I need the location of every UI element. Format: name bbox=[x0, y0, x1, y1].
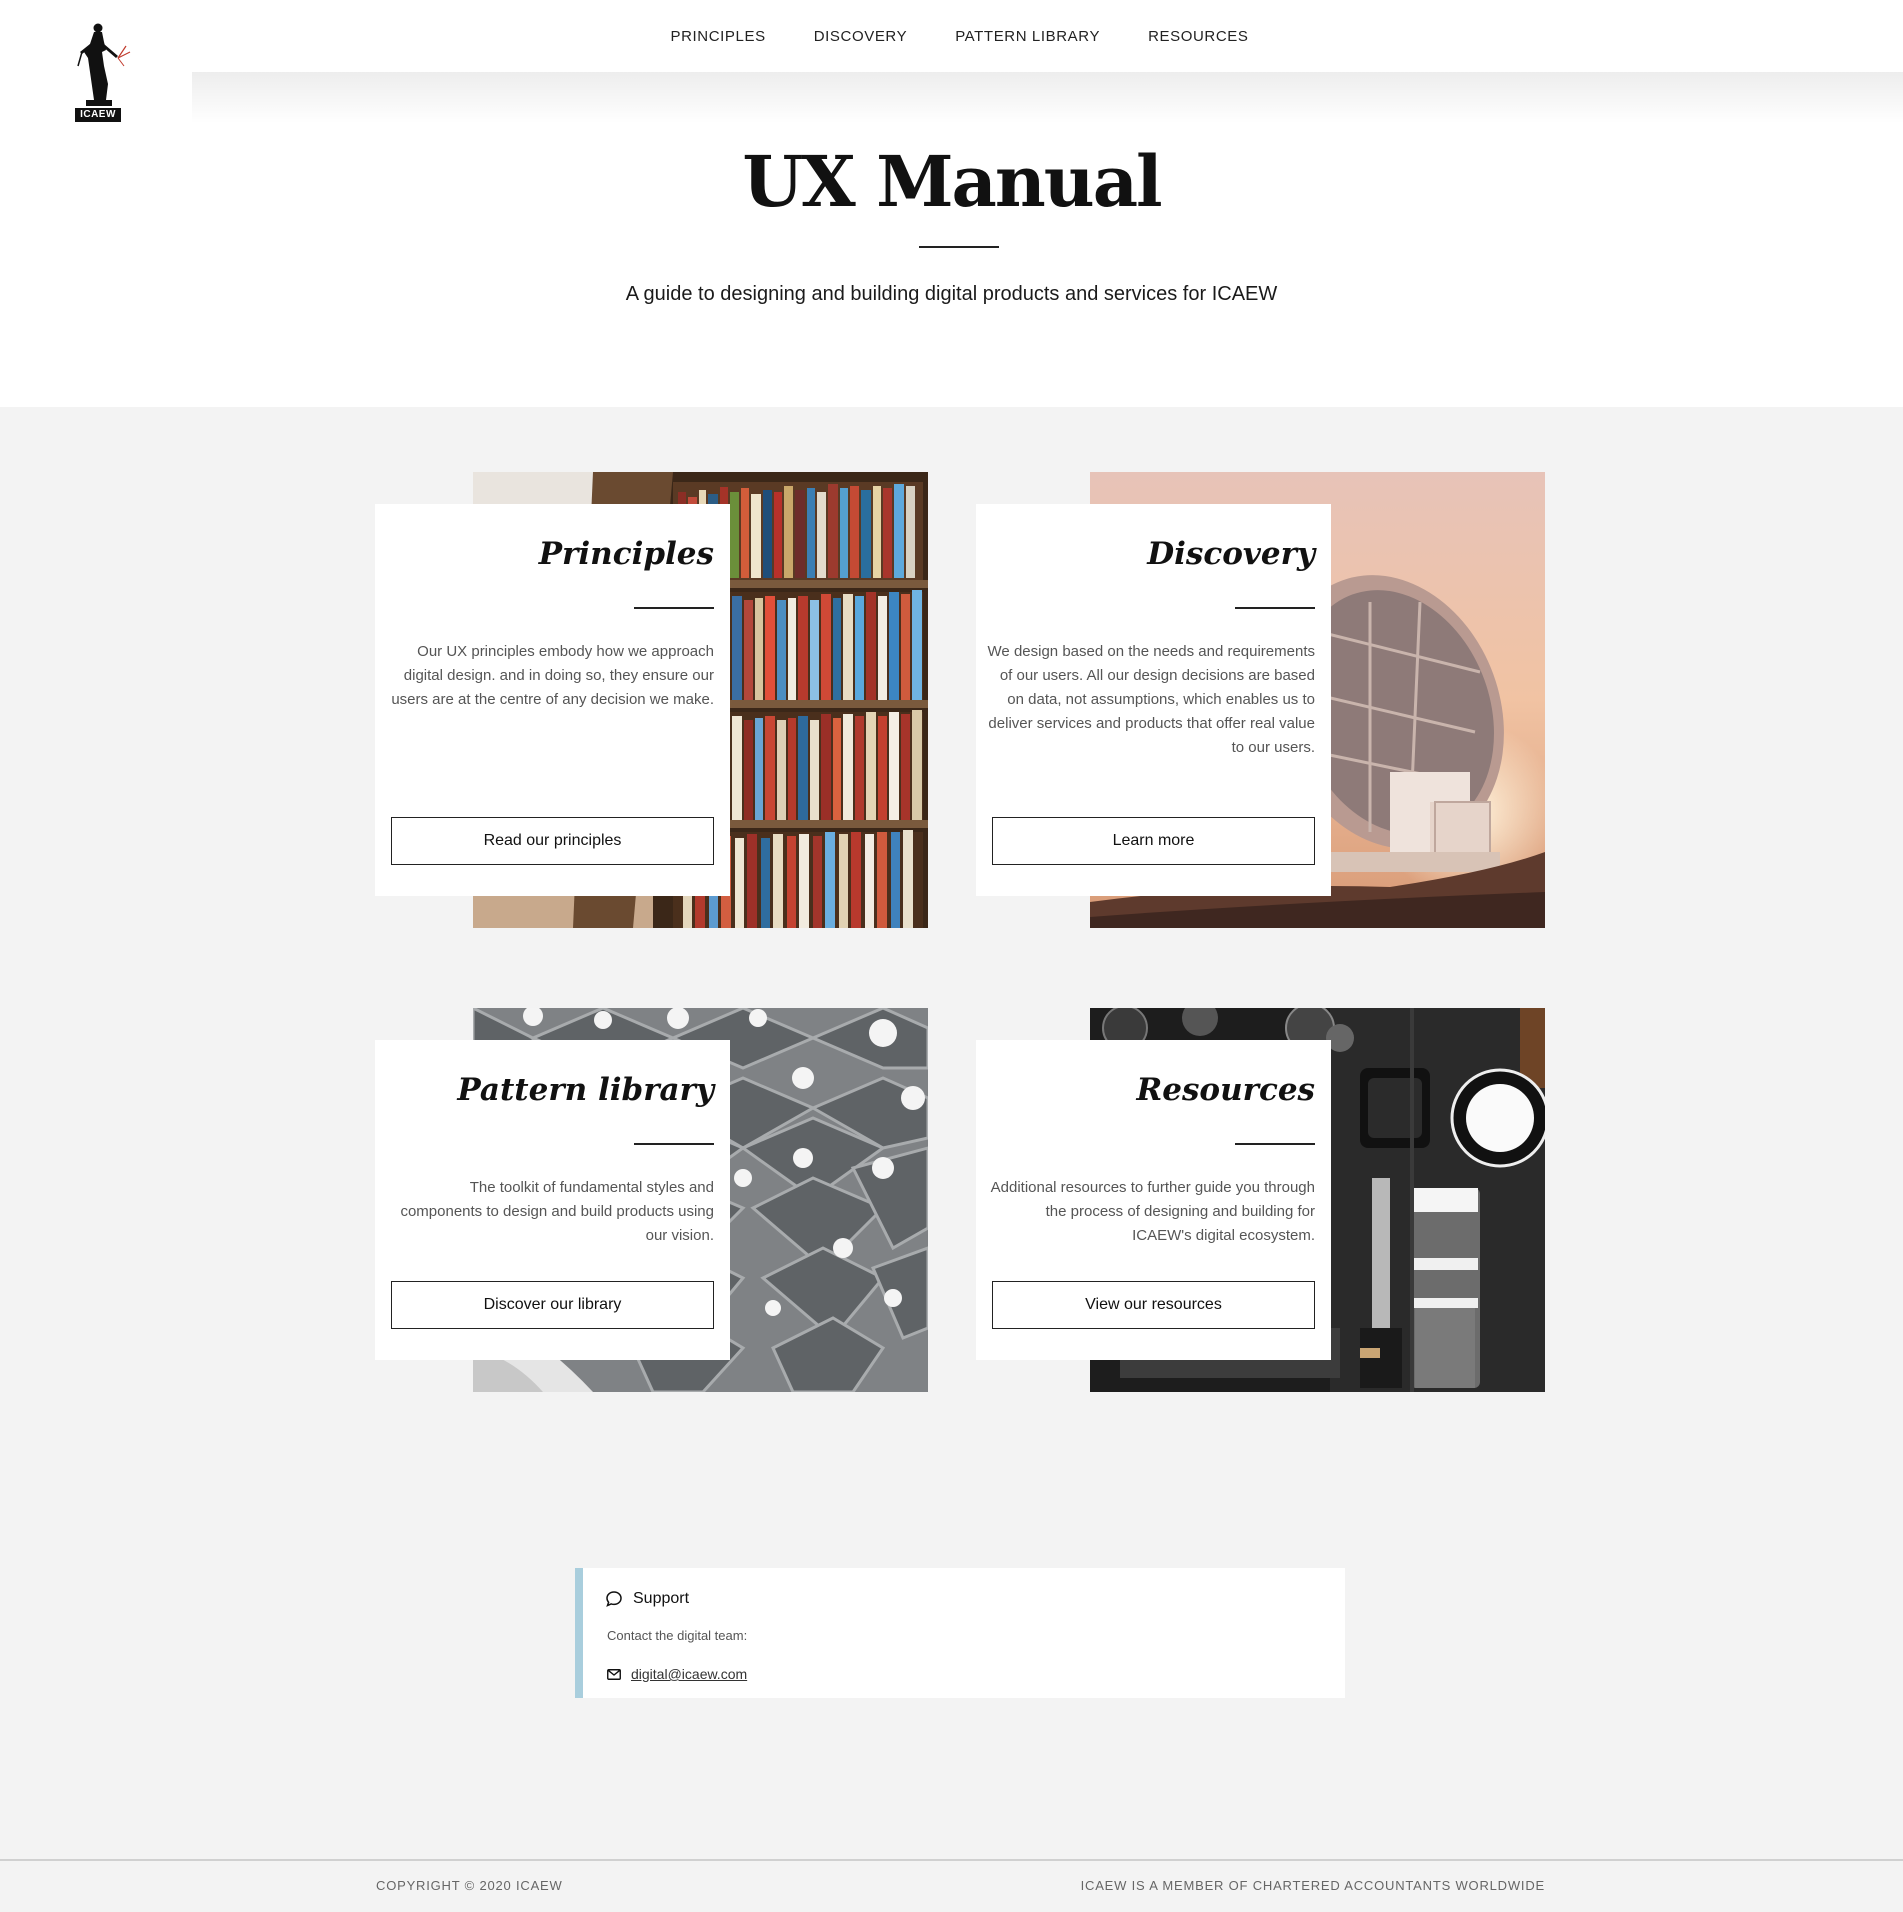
card-description: Our UX principles embody how we approach… bbox=[391, 643, 714, 708]
nav-pattern-library[interactable]: PATTERN LIBRARY bbox=[955, 28, 1100, 45]
nav-discovery[interactable]: DISCOVERY bbox=[814, 28, 907, 45]
card-description: We design based on the needs and require… bbox=[987, 643, 1315, 756]
card-divider bbox=[634, 1143, 714, 1145]
discover-library-button[interactable]: Discover our library bbox=[391, 1281, 714, 1329]
card-discovery: Discovery We design based on the needs a… bbox=[976, 504, 1331, 896]
support-panel: Support Contact the digital team: digita… bbox=[575, 1568, 1345, 1698]
chat-bubble-icon bbox=[606, 1591, 622, 1607]
card-resources: Resources Additional resources to furthe… bbox=[976, 1040, 1331, 1360]
page-subtitle: A guide to designing and building digita… bbox=[625, 283, 1278, 305]
card-description: The toolkit of fundamental styles and co… bbox=[400, 1179, 714, 1244]
card-title: Principles bbox=[538, 536, 714, 572]
footer-copyright: COPYRIGHT © 2020 ICAEW bbox=[376, 1878, 563, 1893]
logo-text: ICAEW bbox=[80, 109, 116, 120]
view-resources-button[interactable]: View our resources bbox=[992, 1281, 1315, 1329]
learn-more-button[interactable]: Learn more bbox=[992, 817, 1315, 865]
main-nav: PRINCIPLES DISCOVERY PATTERN LIBRARY RES… bbox=[0, 0, 1903, 72]
support-title: Support bbox=[633, 1590, 690, 1607]
nav-principles[interactable]: PRINCIPLES bbox=[671, 28, 766, 45]
card-divider bbox=[1235, 1143, 1315, 1145]
page-title: UX Manual bbox=[742, 140, 1162, 223]
card-principles: Principles Our UX principles embody how … bbox=[375, 504, 730, 896]
nav-shadow bbox=[192, 72, 1903, 124]
read-principles-button[interactable]: Read our principles bbox=[391, 817, 714, 865]
mail-icon bbox=[607, 1668, 621, 1680]
card-description: Additional resources to further guide yo… bbox=[990, 1179, 1315, 1244]
support-email-link[interactable]: digital@icaew.com bbox=[631, 1666, 747, 1682]
footer-divider bbox=[0, 1859, 1903, 1861]
support-description: Contact the digital team: bbox=[607, 1628, 748, 1643]
support-email-row: digital@icaew.com bbox=[607, 1666, 747, 1682]
card-title: Discovery bbox=[1147, 536, 1315, 572]
card-divider bbox=[1235, 607, 1315, 609]
footer-member-note: ICAEW IS A MEMBER OF CHARTERED ACCOUNTAN… bbox=[1080, 1878, 1545, 1893]
card-title: Pattern library bbox=[457, 1072, 714, 1108]
support-heading: Support bbox=[605, 1590, 689, 1608]
card-title: Resources bbox=[1136, 1072, 1315, 1108]
nav-resources[interactable]: RESOURCES bbox=[1148, 28, 1248, 45]
card-divider bbox=[634, 607, 714, 609]
card-pattern-library: Pattern library The toolkit of fundament… bbox=[375, 1040, 730, 1360]
title-divider bbox=[919, 246, 999, 248]
